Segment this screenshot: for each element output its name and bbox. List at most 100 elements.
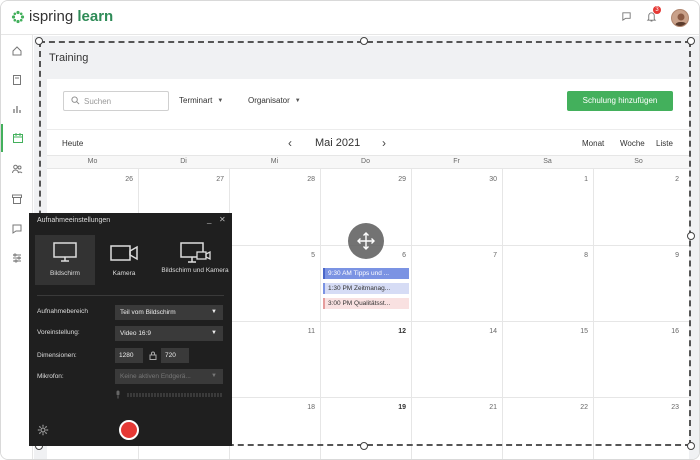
calendar-header: Heute ‹ Mai 2021 › Monat Woche Liste	[47, 129, 689, 155]
record-button[interactable]	[119, 420, 139, 440]
lock-icon[interactable]	[149, 351, 157, 360]
mic-label: Mikrofon:	[37, 373, 64, 380]
sidebar-item-catalog[interactable]	[1, 185, 33, 213]
mode-screen-camera-button[interactable]: Bildschirm und Kamera	[159, 235, 231, 285]
mic-select[interactable]: Keine aktiven Endgerä... ▼	[115, 369, 223, 384]
day-number[interactable]: 18	[295, 404, 315, 411]
avatar[interactable]	[671, 9, 689, 27]
view-week-button[interactable]: Woche	[620, 139, 645, 148]
top-icons: 3	[621, 6, 689, 27]
today-button[interactable]: Heute	[62, 139, 83, 148]
sidebar-item-reports[interactable]	[1, 95, 33, 123]
microphone-icon	[116, 390, 120, 399]
resize-handle[interactable]	[360, 37, 368, 45]
chevron-down-icon: ▼	[211, 373, 217, 379]
area-select-value: Teil vom Bildschirm	[120, 309, 176, 316]
day-number[interactable]: 22	[568, 404, 588, 411]
day-number[interactable]: 15	[568, 328, 588, 335]
resize-handle[interactable]	[687, 232, 695, 240]
day-number[interactable]: 23	[659, 404, 679, 411]
day-number[interactable]: 16	[659, 328, 679, 335]
page-title: Training	[49, 52, 89, 64]
logo-text: ispring learn	[29, 8, 113, 25]
add-training-button[interactable]: Schulung hinzufügen	[567, 91, 673, 111]
calendar-event[interactable]: 9:30 AM Tipps und ...	[323, 268, 409, 279]
bell-icon[interactable]: 3	[646, 6, 661, 27]
day-number[interactable]: 5	[295, 252, 315, 259]
recording-settings-title: Aufnahmeeinstellungen	[37, 217, 111, 224]
move-capture-area-button[interactable]	[348, 223, 384, 259]
day-number[interactable]: 1	[568, 176, 588, 183]
top-bar: ispring learn 3	[1, 1, 699, 35]
resize-handle[interactable]	[687, 442, 695, 450]
sidebar-item-home[interactable]	[1, 37, 33, 65]
day-number[interactable]: 14	[477, 328, 497, 335]
calendar-event[interactable]: 3:00 PM Qualitätsst...	[323, 298, 409, 309]
weekday-header: Mo Di Mi Do Fr Sa So	[47, 155, 689, 169]
next-month-icon[interactable]: ›	[382, 136, 386, 150]
calendar-event[interactable]: 1:30 PM Zeitmanag...	[323, 283, 409, 294]
day-number[interactable]: 11	[295, 328, 315, 335]
filter-date-type-label: Terminart	[179, 96, 213, 105]
area-select[interactable]: Teil vom Bildschirm ▼	[115, 305, 223, 320]
filter-organizer[interactable]: Organisator ▼	[248, 96, 301, 105]
filter-date-type[interactable]: Terminart ▼	[179, 96, 223, 105]
width-input[interactable]: 1280	[115, 348, 143, 363]
view-list-button[interactable]: Liste	[656, 139, 673, 148]
preset-select[interactable]: Video 16:9 ▼	[115, 326, 223, 341]
search-icon	[71, 96, 80, 105]
search-input[interactable]: Suchen	[63, 91, 169, 111]
move-icon	[357, 232, 375, 250]
sidebar-item-users[interactable]	[1, 155, 33, 183]
close-icon[interactable]: ✕	[219, 215, 226, 224]
day-number[interactable]: 7	[477, 252, 497, 259]
mode-screen-button[interactable]: Bildschirm	[35, 235, 95, 285]
resize-handle[interactable]	[687, 37, 695, 45]
minimize-icon[interactable]: _	[207, 215, 211, 224]
day-number[interactable]: 27	[204, 176, 224, 183]
day-number[interactable]: 28	[295, 176, 315, 183]
logo-prefix: ispring	[29, 8, 74, 25]
resize-handle[interactable]	[35, 37, 43, 45]
day-number[interactable]: 8	[568, 252, 588, 259]
height-input[interactable]: 720	[161, 348, 189, 363]
day-number[interactable]: 21	[477, 404, 497, 411]
day-number[interactable]: 30	[477, 176, 497, 183]
preset-label: Voreinstellung:	[37, 329, 80, 336]
day-number[interactable]: 29	[386, 176, 406, 183]
monitor-camera-icon	[180, 242, 211, 263]
mic-level-meter	[127, 393, 223, 397]
weekday-label: Do	[361, 158, 370, 165]
logo[interactable]: ispring learn	[11, 8, 113, 25]
home-icon	[12, 46, 22, 56]
dimensions-label: Dimensionen:	[37, 352, 77, 359]
day-number[interactable]: 12	[386, 328, 406, 335]
grid-divider	[502, 169, 503, 459]
logo-suffix: learn	[77, 8, 114, 25]
month-title: Mai 2021	[315, 137, 361, 149]
users-icon	[12, 164, 23, 174]
chevron-down-icon: ▼	[211, 309, 217, 315]
mode-camera-label: Kamera	[112, 270, 136, 277]
monitor-icon	[53, 242, 77, 262]
divider	[37, 295, 224, 296]
sidebar-item-courses[interactable]	[1, 66, 33, 94]
prev-month-icon[interactable]: ‹	[288, 136, 292, 150]
chevron-down-icon: ▼	[294, 97, 301, 104]
day-number[interactable]: 9	[659, 252, 679, 259]
mode-camera-button[interactable]: Kamera	[94, 235, 154, 285]
day-number[interactable]: 2	[659, 176, 679, 183]
book-icon	[13, 75, 21, 85]
chat-icon[interactable]	[621, 9, 632, 27]
day-number[interactable]: 19	[386, 404, 406, 411]
sidebar-item-calendar[interactable]	[1, 124, 33, 152]
day-number[interactable]: 26	[113, 176, 133, 183]
day-number[interactable]: 6	[386, 252, 406, 259]
search-placeholder: Suchen	[84, 97, 112, 106]
calendar-icon	[13, 133, 23, 143]
filter-organizer-label: Organisator	[248, 96, 290, 105]
weekday-label: Mo	[87, 158, 98, 165]
view-month-button[interactable]: Monat	[582, 139, 604, 148]
gear-icon[interactable]	[37, 424, 49, 436]
resize-handle[interactable]	[360, 442, 368, 450]
